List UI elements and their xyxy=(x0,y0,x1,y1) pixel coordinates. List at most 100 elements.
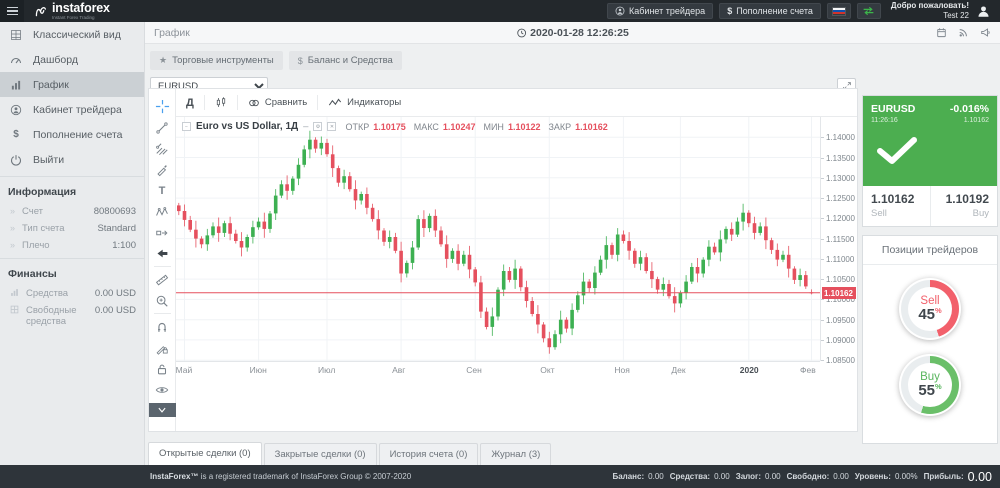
series-hide-icon[interactable]: ✕ xyxy=(327,122,336,131)
calendar-icon[interactable] xyxy=(936,27,947,38)
chart-plot[interactable]: − Euro vs US Dollar, 1Д – ⚙ ✕ ОТКР1.1017… xyxy=(176,117,820,361)
stay-drawing-mode-icon[interactable] xyxy=(155,337,169,358)
quote-symbol: EURUSD xyxy=(871,103,915,115)
sidebar-item-deposit[interactable]: $ Пополнение счета xyxy=(0,122,144,147)
buy-quote-button[interactable]: 1.10192 Buy xyxy=(930,186,998,226)
quote-prices: 1.10162 Sell 1.10192 Buy xyxy=(863,186,997,226)
price-tick: 1.14000 xyxy=(826,133,855,142)
brand-subtitle: Instant Forex Trading xyxy=(52,16,110,21)
megaphone-icon[interactable] xyxy=(980,27,991,38)
brush-tool-icon[interactable] xyxy=(155,159,169,180)
compare-label: Сравнить xyxy=(265,97,307,108)
time-tick: 2020 xyxy=(740,365,759,375)
crosshair-tool-icon[interactable] xyxy=(155,96,170,117)
low-value: 1.10122 xyxy=(508,122,541,132)
indicator-wave-icon xyxy=(328,97,342,108)
compare-button[interactable]: Сравнить xyxy=(248,97,307,109)
info-row-account: » Счет 80800693 xyxy=(0,203,144,220)
stat-value: 0.00 xyxy=(833,472,849,481)
tab-open-deals[interactable]: Открытые сделки (0) xyxy=(148,442,262,465)
tab-closed-deals[interactable]: Закрытые сделки (0) xyxy=(264,443,377,465)
chart-style-button[interactable] xyxy=(215,96,227,109)
quote-time: 11:26:16 xyxy=(871,117,898,124)
xabcd-pattern-tool-icon[interactable] xyxy=(155,201,169,222)
info-value: 80800693 xyxy=(94,206,136,217)
price-tick: 1.08500 xyxy=(826,356,855,365)
series-settings-icon[interactable]: ⚙ xyxy=(313,122,322,131)
deposit-button[interactable]: $ Пополнение счета xyxy=(719,3,821,19)
trading-instruments-button[interactable]: ★ Торговые инструменты xyxy=(150,51,283,70)
sell-quote-button[interactable]: 1.10162 Sell xyxy=(863,186,930,226)
lock-tool-icon[interactable] xyxy=(155,358,169,379)
hamburger-menu-icon[interactable] xyxy=(0,0,24,22)
sidebar-item-chart[interactable]: График xyxy=(0,72,144,97)
language-flag-button[interactable] xyxy=(827,3,851,19)
chart-legend: − Euro vs US Dollar, 1Д – ⚙ ✕ ОТКР1.1017… xyxy=(182,121,612,132)
collapse-legend-icon[interactable]: − xyxy=(182,122,191,131)
hide-drawings-eye-icon[interactable] xyxy=(155,379,169,400)
time-tick: Сен xyxy=(466,365,482,375)
price-tick: 1.12000 xyxy=(826,214,855,223)
price-tick: 1.13500 xyxy=(826,154,855,163)
datetime-text: 2020-01-28 12:26:25 xyxy=(530,27,629,39)
account-switch-button[interactable] xyxy=(857,3,881,19)
russian-flag-icon xyxy=(832,7,846,16)
chevrons-icon: » xyxy=(10,240,15,250)
chart-card: T Д xyxy=(148,88,858,432)
stat-value: 0.00 xyxy=(765,472,781,481)
swap-arrows-icon xyxy=(862,6,875,16)
sidebar-item-dashboard[interactable]: Дашборд xyxy=(0,47,144,72)
tab-account-history[interactable]: История счета (0) xyxy=(379,443,479,465)
forecast-tool-icon[interactable] xyxy=(155,222,169,243)
finance-label: Свободные средства xyxy=(26,305,95,327)
profit-value: 0.00 xyxy=(968,470,992,484)
interval-button[interactable]: Д xyxy=(186,97,194,109)
free-funds-icon xyxy=(10,305,19,314)
chart-series-title: Euro vs US Dollar, 1Д xyxy=(196,121,298,132)
indicators-button[interactable]: Индикаторы xyxy=(328,97,401,108)
price-tick: 1.11500 xyxy=(826,235,854,244)
sidebar-item-label: Дашборд xyxy=(33,54,78,66)
rss-icon[interactable] xyxy=(958,27,969,38)
stat-label: Уровень: xyxy=(855,472,891,481)
trader-room-button[interactable]: Кабинет трейдера xyxy=(607,3,713,19)
info-row-leverage: » Плечо 1:100 xyxy=(0,237,144,254)
stat-label: Баланс: xyxy=(612,472,644,481)
text-tool-icon[interactable]: T xyxy=(159,180,166,201)
stat-label: Свободно: xyxy=(787,472,830,481)
buy-price: 1.10192 xyxy=(939,192,990,206)
tab-journal[interactable]: Журнал (3) xyxy=(480,443,551,465)
arrow-marker-tool-icon[interactable] xyxy=(156,243,169,264)
time-tick: Июл xyxy=(318,365,335,375)
quote-header[interactable]: EURUSD -0.016% 11:26:16 1.10162 xyxy=(863,96,997,186)
sidebar-item-logout[interactable]: Выйти xyxy=(0,147,144,172)
brand-logo[interactable]: instaforex Instant Forex Trading xyxy=(34,2,110,20)
sidebar-item-trader-room[interactable]: Кабинет трейдера xyxy=(0,97,144,122)
dollar-icon: $ xyxy=(727,6,732,16)
brand-name: instaforex xyxy=(52,2,110,15)
power-icon xyxy=(9,154,23,166)
username: Test 22 xyxy=(891,11,969,21)
deals-tabs: Открытые сделки (0) Закрытые сделки (0) … xyxy=(148,442,551,465)
info-label: Плечо xyxy=(22,240,112,251)
stat-value: 0.00 xyxy=(648,472,664,481)
trend-line-tool-icon[interactable] xyxy=(155,117,169,138)
main-area: График 2020-01-28 12:26:25 ★ Торговые ин… xyxy=(145,22,1000,465)
ruler-tool-icon[interactable] xyxy=(155,269,169,290)
sidebar-item-classic-view[interactable]: Классический вид xyxy=(0,22,144,47)
quick-buttons-row: ★ Торговые инструменты $ Баланс и Средст… xyxy=(150,51,1000,70)
price-axis[interactable]: 1.140001.135001.130001.125001.120001.115… xyxy=(820,117,857,361)
user-avatar-icon[interactable] xyxy=(977,5,990,18)
pitchfork-tool-icon[interactable] xyxy=(155,138,169,159)
time-axis[interactable]: МайИюнИюлАвгСенОктНояДек2020Фев xyxy=(176,361,820,376)
sidebar-item-label: Выйти xyxy=(33,154,64,166)
balance-funds-button[interactable]: $ Баланс и Средства xyxy=(289,51,402,70)
magnet-tool-icon[interactable] xyxy=(155,316,169,337)
finance-section-title: Финансы xyxy=(0,258,144,285)
person-icon xyxy=(9,104,23,116)
collapse-toolbar-chevron[interactable] xyxy=(149,403,176,417)
time-tick: Окт xyxy=(540,365,554,375)
quote-last-price: 1.10162 xyxy=(964,117,989,124)
sidebar-item-label: График xyxy=(33,79,69,91)
zoom-in-tool-icon[interactable] xyxy=(155,290,169,311)
